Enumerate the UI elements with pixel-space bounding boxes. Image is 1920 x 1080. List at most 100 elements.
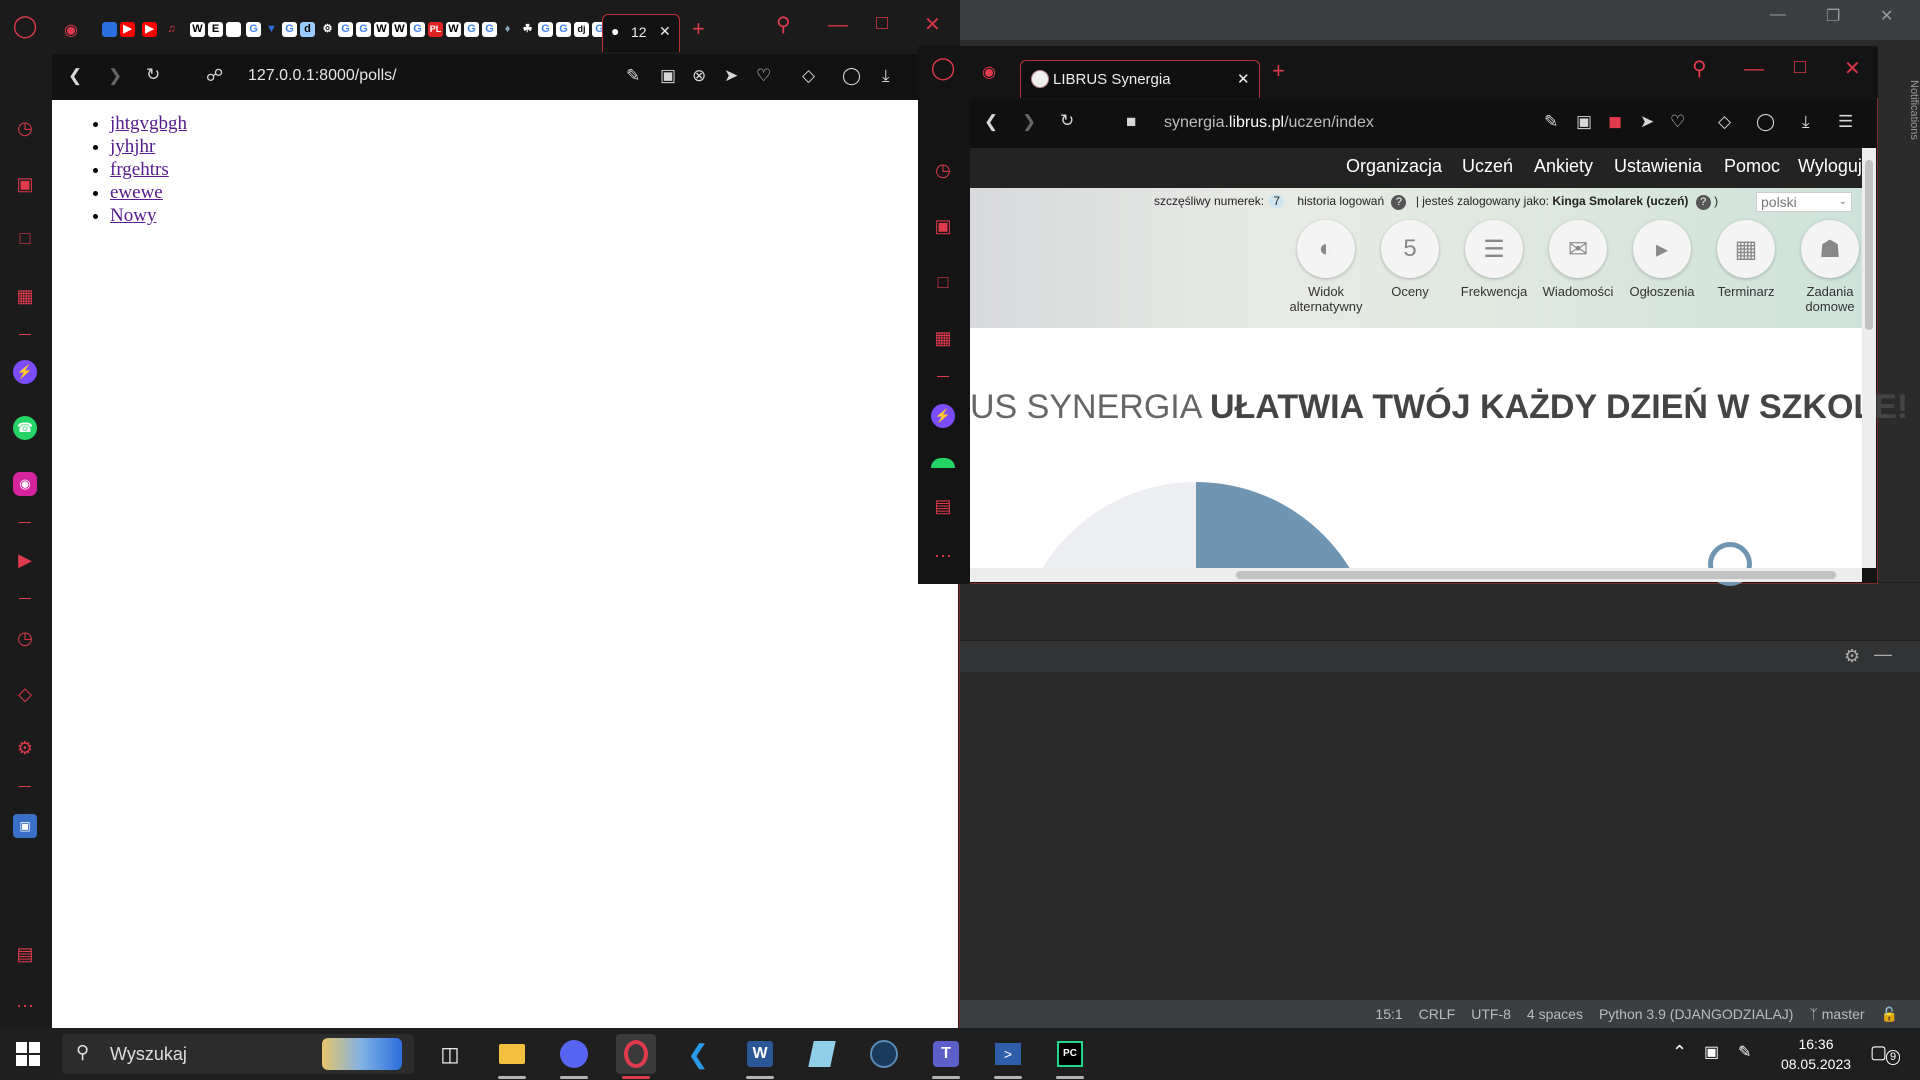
- nav-organizacja[interactable]: Organizacja: [1346, 156, 1442, 177]
- line-separator[interactable]: CRLF: [1419, 1006, 1456, 1022]
- pen-icon[interactable]: ✎: [1738, 1042, 1751, 1062]
- nav-ustawienia[interactable]: Ustawienia: [1614, 156, 1702, 177]
- shopping-bag-icon[interactable]: ▣: [13, 172, 37, 196]
- ide-close-icon[interactable]: ✕: [1880, 6, 1893, 26]
- tab-favicon[interactable]: dj: [574, 22, 589, 37]
- instagram-icon[interactable]: ◉: [13, 472, 37, 496]
- shield-tab-icon[interactable]: ▼: [264, 22, 279, 37]
- audio-tab-icon[interactable]: ♫: [164, 22, 179, 37]
- pl-tab-icon[interactable]: PL: [428, 22, 443, 37]
- profile-icon[interactable]: ◯: [842, 66, 861, 86]
- url-text[interactable]: 127.0.0.1:8000/polls/: [248, 67, 397, 85]
- cube-icon[interactable]: ◇: [802, 66, 815, 86]
- lock-icon[interactable]: 🔓: [1881, 1006, 1898, 1023]
- ide-console[interactable]: [960, 672, 1920, 992]
- profile-icon[interactable]: ◯: [1756, 112, 1775, 132]
- forward-icon[interactable]: ❯: [1022, 112, 1036, 132]
- block-icon[interactable]: ⊗: [692, 66, 706, 86]
- cube-icon[interactable]: ◇: [1718, 112, 1731, 132]
- app-shortcut-icon[interactable]: ▣: [13, 814, 37, 838]
- pycharm-icon[interactable]: PC: [1050, 1034, 1090, 1074]
- google-tab-icon[interactable]: G: [538, 22, 553, 37]
- maximize-icon[interactable]: □: [1794, 56, 1806, 79]
- language-select[interactable]: polski ⌄: [1756, 192, 1852, 212]
- camera-icon[interactable]: ▣: [660, 66, 676, 86]
- whatsapp-icon[interactable]: [931, 458, 955, 468]
- ide-minimize-icon[interactable]: —: [1770, 6, 1786, 24]
- wikipedia-tab-icon[interactable]: W: [190, 22, 205, 37]
- word-icon[interactable]: W: [740, 1034, 780, 1074]
- forward-icon[interactable]: ❯: [108, 66, 122, 86]
- close-tab-icon[interactable]: ✕: [659, 23, 671, 40]
- tile-ogloszenia[interactable]: ▸ Ogłoszenia: [1620, 220, 1704, 299]
- google-tab-icon[interactable]: G: [356, 22, 371, 37]
- teams-icon[interactable]: T: [926, 1034, 966, 1074]
- download-icon[interactable]: ⤓: [882, 66, 890, 86]
- extensions-chip-icon[interactable]: ▦: [13, 284, 37, 308]
- tab-favicon[interactable]: d: [300, 22, 315, 37]
- new-tab-icon[interactable]: +: [1272, 58, 1285, 84]
- easy-setup-icon[interactable]: ☰: [1838, 112, 1853, 132]
- shield-icon[interactable]: ◼: [1608, 112, 1622, 132]
- google-tab-icon[interactable]: G: [464, 22, 479, 37]
- heart-icon[interactable]: ♡: [1670, 112, 1685, 132]
- tab-favicon[interactable]: [226, 22, 241, 37]
- nav-pomoc[interactable]: Pomoc: [1724, 156, 1780, 177]
- taskbar-search[interactable]: ⚲ Wyszukaj: [62, 1034, 414, 1074]
- twitch-icon[interactable]: □: [13, 226, 37, 250]
- tab-favicon[interactable]: ♦: [500, 22, 515, 37]
- tab-favicon[interactable]: ☘: [520, 22, 535, 37]
- indent-setting[interactable]: 4 spaces: [1527, 1006, 1583, 1022]
- discord-icon[interactable]: [554, 1034, 594, 1074]
- more-icon[interactable]: ⋯: [13, 994, 37, 1018]
- reload-icon[interactable]: ↻: [1060, 111, 1074, 131]
- game-controller-icon[interactable]: ◉: [982, 62, 996, 82]
- task-view-icon[interactable]: ◫: [430, 1034, 470, 1074]
- new-poll-link[interactable]: Nowy: [110, 205, 156, 226]
- close-tab-icon[interactable]: ✕: [1237, 70, 1250, 88]
- python-interpreter[interactable]: Python 3.9 (DJANGODZIALAJ): [1599, 1006, 1794, 1022]
- messenger-icon[interactable]: ⚡: [931, 404, 955, 428]
- google-tab-icon[interactable]: G: [556, 22, 571, 37]
- vertical-scrollbar[interactable]: [1862, 148, 1876, 568]
- poll-link[interactable]: frgehtrs: [110, 159, 169, 180]
- history-icon[interactable]: ◷: [13, 626, 37, 650]
- poll-link[interactable]: jyhjhr: [110, 136, 155, 157]
- notes-app-icon[interactable]: [802, 1034, 842, 1074]
- help-icon[interactable]: ?: [1391, 195, 1407, 210]
- minimize-icon[interactable]: —: [1744, 58, 1764, 81]
- maximize-icon[interactable]: □: [876, 12, 888, 35]
- camera-icon[interactable]: ▣: [1576, 112, 1592, 132]
- meet-now-icon[interactable]: ▣: [1704, 1042, 1719, 1062]
- download-icon[interactable]: ⤓: [1802, 112, 1810, 132]
- extensions-chip-icon[interactable]: ▦: [931, 326, 955, 350]
- windows-start-icon[interactable]: [16, 1042, 40, 1066]
- hide-panel-icon[interactable]: —: [1874, 644, 1892, 665]
- cube-icon[interactable]: ◇: [13, 682, 37, 706]
- horizontal-scrollbar[interactable]: [970, 568, 1862, 582]
- shopping-bag-icon[interactable]: ▣: [931, 214, 955, 238]
- tile-terminarz[interactable]: ▦ Terminarz: [1704, 220, 1788, 299]
- reload-icon[interactable]: ↻: [146, 65, 160, 85]
- file-encoding[interactable]: UTF-8: [1471, 1006, 1511, 1022]
- wikipedia-tab-icon[interactable]: W: [446, 22, 461, 37]
- minimize-icon[interactable]: —: [828, 14, 848, 37]
- edit-icon[interactable]: ✎: [1544, 112, 1558, 132]
- url-text[interactable]: synergia.librus.pl/uczen/index: [1164, 114, 1374, 132]
- back-icon[interactable]: ❮: [984, 112, 998, 132]
- more-icon[interactable]: ⋯: [931, 544, 955, 568]
- nav-uczen[interactable]: Uczeń: [1462, 156, 1513, 177]
- powershell-icon[interactable]: >: [988, 1034, 1028, 1074]
- opera-taskbar-icon[interactable]: [616, 1034, 656, 1074]
- poll-link[interactable]: jhtgvgbgh: [110, 113, 187, 134]
- login-history-link[interactable]: historia logowań: [1297, 194, 1384, 208]
- notifications-side-tab[interactable]: Notifications: [1896, 80, 1920, 200]
- poll-link[interactable]: ewewe: [110, 182, 163, 203]
- steam-icon[interactable]: [864, 1034, 904, 1074]
- file-explorer-icon[interactable]: [492, 1034, 532, 1074]
- send-icon[interactable]: ➤: [724, 66, 738, 86]
- tile-frekwencja[interactable]: ☰ Frekwencja: [1452, 220, 1536, 299]
- git-branch[interactable]: ᛉ master: [1809, 1006, 1864, 1022]
- edit-icon[interactable]: ✎: [626, 66, 640, 86]
- pinboard-icon[interactable]: ▤: [931, 494, 955, 518]
